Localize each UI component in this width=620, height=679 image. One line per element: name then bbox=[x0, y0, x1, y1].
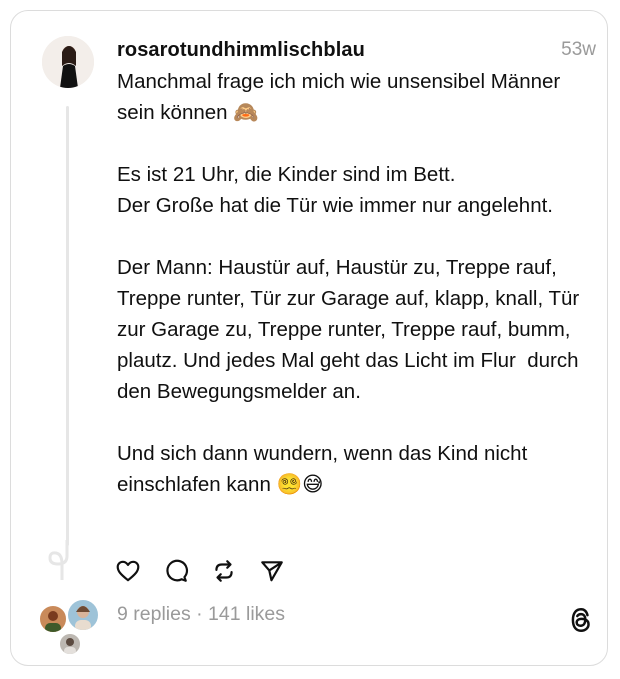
post-text: Manchmal frage ich mich wie unsensibel M… bbox=[117, 70, 580, 496]
avatar[interactable] bbox=[42, 36, 94, 88]
heart-icon bbox=[116, 560, 140, 582]
reply-avatar bbox=[66, 598, 100, 632]
reply-avatar bbox=[58, 632, 82, 656]
thread-loop bbox=[48, 540, 69, 580]
action-bar bbox=[115, 556, 307, 586]
send-icon bbox=[261, 561, 283, 582]
username[interactable]: rosarotundhimmlischblau bbox=[117, 39, 365, 62]
reply-button[interactable] bbox=[163, 556, 211, 586]
post-stats[interactable]: 9 replies · 141 likes bbox=[117, 603, 285, 626]
timestamp: 53w bbox=[561, 39, 596, 60]
comment-icon bbox=[166, 559, 189, 582]
share-button[interactable] bbox=[259, 556, 307, 586]
repost-icon bbox=[215, 560, 233, 582]
like-button[interactable] bbox=[115, 556, 163, 586]
thread-line bbox=[66, 106, 69, 546]
reply-avatar bbox=[38, 604, 68, 634]
reply-avatars[interactable] bbox=[38, 598, 100, 656]
repost-button[interactable] bbox=[211, 556, 259, 586]
threads-logo-icon[interactable] bbox=[568, 606, 594, 634]
